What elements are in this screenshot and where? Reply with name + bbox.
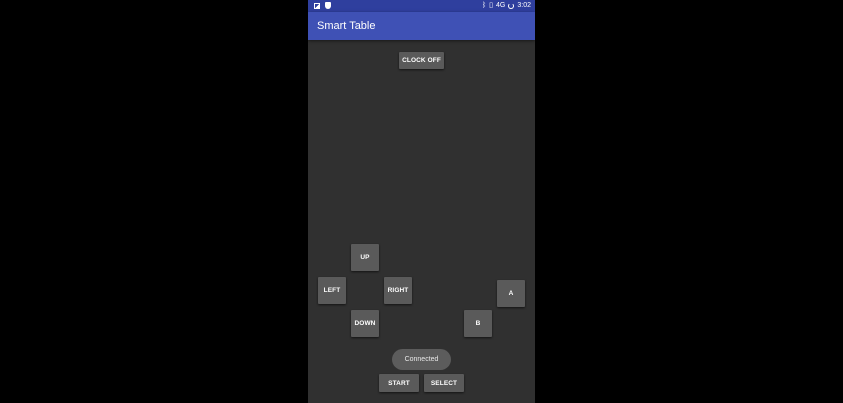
status-bar-notifications bbox=[314, 2, 331, 9]
bluetooth-icon: ᛒ bbox=[481, 2, 487, 9]
status-bar: ᛒ ▯ 4G 3:02 bbox=[308, 0, 535, 12]
vibrate-icon: ▯ bbox=[489, 2, 494, 9]
up-button[interactable]: UP bbox=[351, 244, 379, 271]
network-icon: 4G bbox=[496, 2, 506, 9]
a-button[interactable]: A bbox=[497, 280, 525, 307]
app-title: Smart Table bbox=[317, 20, 376, 32]
app-bar: Smart Table bbox=[308, 12, 535, 40]
shield-icon bbox=[325, 2, 331, 9]
select-button[interactable]: SELECT bbox=[424, 374, 464, 392]
right-button[interactable]: RIGHT bbox=[384, 277, 412, 304]
start-button[interactable]: START bbox=[379, 374, 419, 392]
clock-toggle-button[interactable]: CLOCK OFF bbox=[399, 52, 444, 69]
connected-toast: Connected bbox=[392, 349, 451, 370]
status-bar-system: ᛒ ▯ 4G 3:02 bbox=[482, 1, 531, 11]
b-button[interactable]: B bbox=[464, 310, 492, 337]
status-time: 3:02 bbox=[517, 2, 531, 9]
phone-screen: ᛒ ▯ 4G 3:02 Smart Table CLOCK OFF UP LEF… bbox=[308, 0, 535, 403]
left-button[interactable]: LEFT bbox=[318, 277, 346, 304]
down-button[interactable]: DOWN bbox=[351, 310, 379, 337]
sync-icon bbox=[508, 3, 515, 9]
image-icon bbox=[314, 2, 320, 9]
